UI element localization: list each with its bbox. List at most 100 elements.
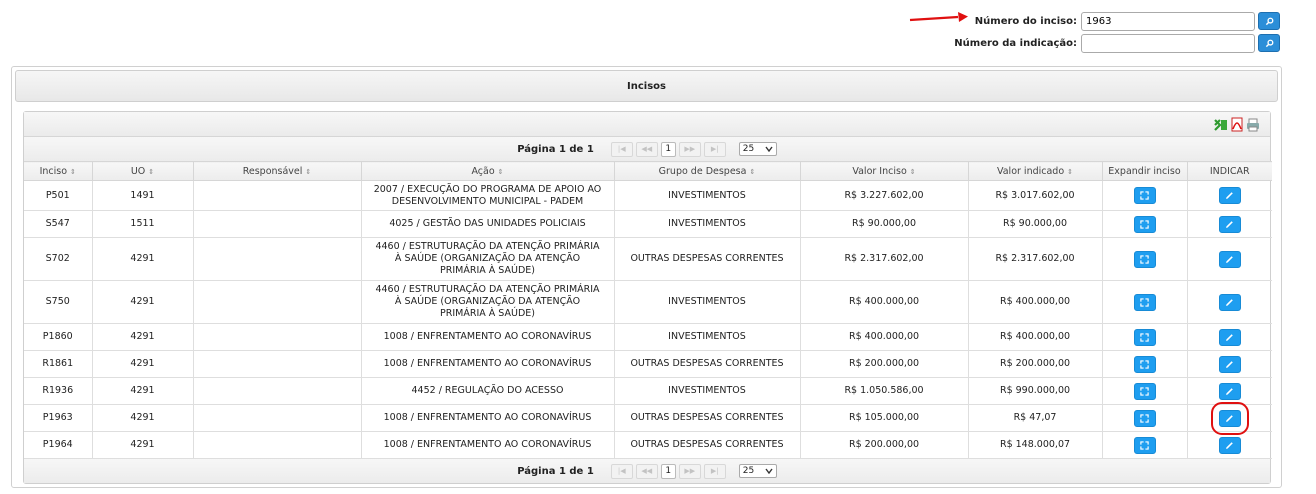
indicar-button[interactable] <box>1218 328 1241 346</box>
indicar-cell <box>1187 377 1272 405</box>
uo-cell: 4291 <box>92 323 194 351</box>
col-header-responsavel[interactable]: Responsável ⇕ <box>193 161 362 181</box>
page-number-button[interactable]: 1 <box>660 141 676 157</box>
uo-cell: 4291 <box>92 404 194 432</box>
print-icon[interactable] <box>1246 117 1260 132</box>
grupo-despesa-cell: OUTRAS DESPESAS CORRENTES <box>614 237 801 281</box>
pencil-icon <box>1226 298 1234 306</box>
inciso-search-button[interactable] <box>1258 12 1280 30</box>
acao-cell: 4460 / ESTRUTURAÇÃO DA ATENÇÃO PRIMÁRIA … <box>361 280 615 324</box>
indicar-cell <box>1187 431 1272 459</box>
acao-cell: 4460 / ESTRUTURAÇÃO DA ATENÇÃO PRIMÁRIA … <box>361 237 615 281</box>
indicacao-search-row: Número da indicação: <box>954 32 1280 54</box>
expand-cell <box>1102 210 1188 238</box>
valor-inciso-cell: R$ 1.050.586,00 <box>800 377 969 405</box>
pencil-icon <box>1226 255 1234 263</box>
indicar-button[interactable] <box>1218 293 1241 311</box>
next-page-button[interactable]: ▶▶ <box>678 463 701 479</box>
rows-per-page-select[interactable]: 25 <box>738 464 777 478</box>
inciso-number-input[interactable] <box>1081 11 1255 31</box>
table-row: P1964 4291 1008 / ENFRENTAMENTO AO CORONAV… <box>24 431 1272 459</box>
indicacao-search-button[interactable] <box>1258 34 1280 52</box>
col-header-acao[interactable]: Ação ⇕ <box>361 161 615 181</box>
indicar-button[interactable] <box>1218 187 1241 204</box>
responsavel-cell <box>193 350 362 378</box>
last-page-button[interactable]: ▶| <box>703 141 726 157</box>
col-header-valor-inciso[interactable]: Valor Inciso ⇕ <box>800 161 969 181</box>
valor-indicado-cell: R$ 990.000,00 <box>968 377 1103 405</box>
grupo-despesa-cell: OUTRAS DESPESAS CORRENTES <box>614 350 801 378</box>
pdf-icon[interactable] <box>1230 117 1244 132</box>
acao-cell: 2007 / EXECUÇÃO DO PROGRAMA DE APOIO AO … <box>361 180 615 211</box>
uo-cell: 1491 <box>92 180 194 211</box>
indicacao-label: Número da indicação: <box>954 37 1077 49</box>
expand-inciso-button[interactable] <box>1133 250 1156 268</box>
expand-icon <box>1140 359 1149 369</box>
expand-inciso-button[interactable] <box>1133 382 1156 400</box>
col-header-uo[interactable]: UO ⇕ <box>92 161 194 181</box>
expand-inciso-button[interactable] <box>1133 436 1156 454</box>
indicar-button[interactable] <box>1218 382 1241 400</box>
next-page-button[interactable]: ▶▶ <box>678 141 701 157</box>
expand-cell <box>1102 180 1188 211</box>
pencil-icon <box>1226 192 1234 199</box>
top-paginator: Página 1 de 1 |◀ ◀◀ 1 ▶▶ ▶| 25 <box>24 137 1270 161</box>
expand-inciso-button[interactable] <box>1133 293 1156 311</box>
bottom-paginator: Página 1 de 1 |◀ ◀◀ 1 ▶▶ ▶| 25 <box>24 459 1270 483</box>
indicar-button[interactable] <box>1210 401 1249 435</box>
acao-cell: 1008 / ENFRENTAMENTO AO CORONAVÍRUS <box>361 350 615 378</box>
responsavel-cell <box>193 237 362 281</box>
inciso-cell: P1963 <box>24 404 93 432</box>
valor-indicado-cell: R$ 400.000,00 <box>968 280 1103 324</box>
first-page-button[interactable]: |◀ <box>610 463 633 479</box>
valor-inciso-cell: R$ 105.000,00 <box>800 404 969 432</box>
uo-cell: 4291 <box>92 237 194 281</box>
expand-icon <box>1140 219 1149 229</box>
expand-cell <box>1102 280 1188 324</box>
table-row: P1860 4291 1008 / ENFRENTAMENTO AO CORONAV… <box>24 323 1272 351</box>
inciso-label: Número do inciso: <box>974 15 1077 27</box>
prev-page-button[interactable]: ◀◀ <box>635 141 658 157</box>
pencil-icon <box>1226 387 1234 395</box>
expand-inciso-button[interactable] <box>1133 328 1156 346</box>
table-row: P1963 4291 1008 / ENFRENTAMENTO AO CORONAV… <box>24 401 1272 435</box>
inciso-cell: S547 <box>24 210 93 238</box>
indicar-button[interactable] <box>1218 215 1241 233</box>
grupo-despesa-cell: INVESTIMENTOS <box>614 180 801 211</box>
expand-inciso-button[interactable] <box>1133 187 1156 204</box>
prev-page-button[interactable]: ◀◀ <box>635 463 658 479</box>
indicar-cell <box>1187 323 1272 351</box>
expand-inciso-button[interactable] <box>1133 355 1156 373</box>
inciso-cell: R1861 <box>24 350 93 378</box>
pencil-icon <box>1226 414 1234 422</box>
first-page-button[interactable]: |◀ <box>610 141 633 157</box>
indicacao-number-input[interactable] <box>1081 33 1255 53</box>
pencil-icon <box>1226 220 1234 228</box>
indicar-button[interactable] <box>1218 355 1241 373</box>
valor-inciso-cell: R$ 400.000,00 <box>800 323 969 351</box>
col-header-grupo-despesa[interactable]: Grupo de Despesa ⇕ <box>614 161 801 181</box>
valor-inciso-cell: R$ 2.317.602,00 <box>800 237 969 281</box>
incisos-datatable: Página 1 de 1 |◀ ◀◀ 1 ▶▶ ▶| 25 Inciso ⇕ U… <box>23 111 1272 484</box>
inciso-cell: P501 <box>24 180 93 211</box>
col-header-inciso[interactable]: Inciso ⇕ <box>24 161 93 181</box>
col-header-valor-indicado[interactable]: Valor indicado ⇕ <box>968 161 1103 181</box>
indicar-cell <box>1187 350 1272 378</box>
expand-inciso-button[interactable] <box>1133 409 1156 427</box>
search-area: Número do inciso: Número da indicação: <box>954 10 1280 54</box>
page-number-button[interactable]: 1 <box>660 463 676 479</box>
valor-inciso-cell: R$ 90.000,00 <box>800 210 969 238</box>
rows-per-page-value: 25 <box>742 466 755 476</box>
uo-cell: 4291 <box>92 280 194 324</box>
pencil-icon <box>1226 360 1234 368</box>
indicar-cell <box>1187 210 1272 238</box>
grupo-despesa-cell: INVESTIMENTOS <box>614 210 801 238</box>
inciso-cell: R1936 <box>24 377 93 405</box>
indicar-button[interactable] <box>1218 250 1241 268</box>
indicar-button[interactable] <box>1218 436 1241 454</box>
rows-per-page-select[interactable]: 25 <box>738 142 777 156</box>
expand-inciso-button[interactable] <box>1133 215 1156 233</box>
table-row: S702 4291 4460 / ESTRUTURAÇÃO DA ATENÇÃO P… <box>24 237 1272 281</box>
last-page-button[interactable]: ▶| <box>703 463 726 479</box>
excel-icon[interactable] <box>1214 117 1228 132</box>
